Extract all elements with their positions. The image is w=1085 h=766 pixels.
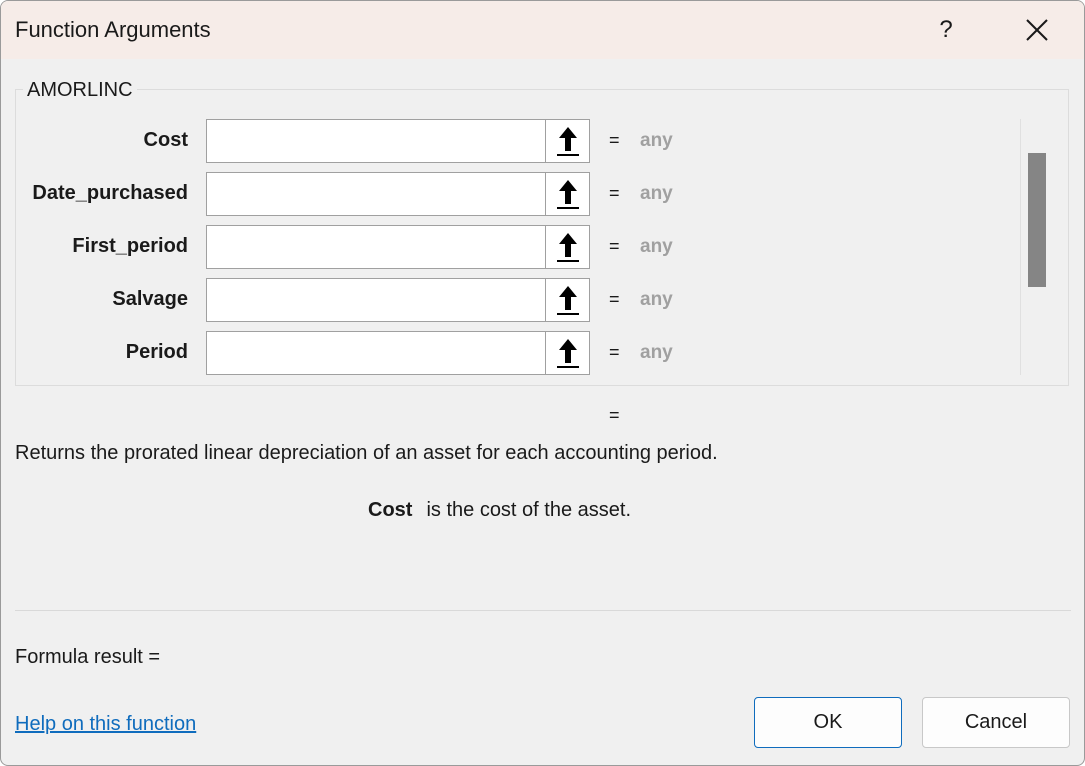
equals-sign: =: [609, 289, 620, 309]
help-button[interactable]: ?: [929, 9, 963, 51]
equals-sign: =: [609, 130, 620, 150]
arrow-up-icon: [557, 180, 579, 209]
divider: [15, 610, 1071, 611]
title-bar[interactable]: Function Arguments ?: [1, 1, 1084, 59]
argument-row-cost: Cost = any: [15, 119, 1015, 165]
argument-label: Period: [125, 341, 188, 363]
arrow-up-icon: [557, 233, 579, 262]
dialog-title: Function Arguments: [15, 17, 211, 42]
period-input[interactable]: [206, 331, 546, 375]
first-period-input[interactable]: [206, 225, 546, 269]
equals-sign: =: [609, 183, 620, 203]
date-purchased-input[interactable]: [206, 172, 546, 216]
close-button[interactable]: [1015, 9, 1059, 51]
collapse-dialog-button[interactable]: [545, 278, 590, 322]
argument-value: any: [640, 289, 673, 310]
argument-label: Date_purchased: [32, 182, 188, 204]
close-icon: [1026, 19, 1048, 41]
equals-sign: =: [609, 342, 620, 362]
collapse-dialog-button[interactable]: [545, 119, 590, 163]
function-result-equals: =: [609, 405, 620, 425]
arrow-up-icon: [557, 339, 579, 368]
argument-row-salvage: Salvage = any: [15, 278, 1015, 324]
scrollbar-track[interactable]: [1020, 119, 1021, 375]
cancel-button[interactable]: Cancel: [922, 697, 1070, 748]
arrow-up-icon: [557, 286, 579, 315]
cost-input[interactable]: [206, 119, 546, 163]
argument-help: Cost is the cost of the asset.: [368, 499, 631, 522]
scrollbar-thumb[interactable]: [1028, 153, 1046, 287]
salvage-input[interactable]: [206, 278, 546, 322]
argument-value: any: [640, 183, 673, 204]
equals-sign: =: [609, 236, 620, 256]
function-description: Returns the prorated linear depreciation…: [15, 442, 718, 464]
collapse-dialog-button[interactable]: [545, 172, 590, 216]
argument-row-period: Period = any: [15, 331, 1015, 377]
argument-label: First_period: [72, 235, 188, 257]
argument-label: Salvage: [112, 288, 188, 310]
argument-value: any: [640, 130, 673, 151]
function-arguments-dialog: Function Arguments ? AMORLINC Cost = any…: [0, 0, 1085, 766]
argument-row-first-period: First_period = any: [15, 225, 1015, 271]
arrow-up-icon: [557, 127, 579, 156]
argument-value: any: [640, 236, 673, 257]
ok-button[interactable]: OK: [754, 697, 902, 748]
function-name: AMORLINC: [23, 79, 137, 102]
formula-result: Formula result =: [15, 646, 161, 668]
argument-label: Cost: [143, 129, 188, 151]
argument-help-text: is the cost of the asset.: [426, 499, 632, 521]
argument-value: any: [640, 342, 673, 363]
argument-help-name: Cost: [368, 499, 413, 521]
argument-row-date-purchased: Date_purchased = any: [15, 172, 1015, 218]
help-on-function-link[interactable]: Help on this function: [15, 713, 196, 736]
collapse-dialog-button[interactable]: [545, 331, 590, 375]
collapse-dialog-button[interactable]: [545, 225, 590, 269]
